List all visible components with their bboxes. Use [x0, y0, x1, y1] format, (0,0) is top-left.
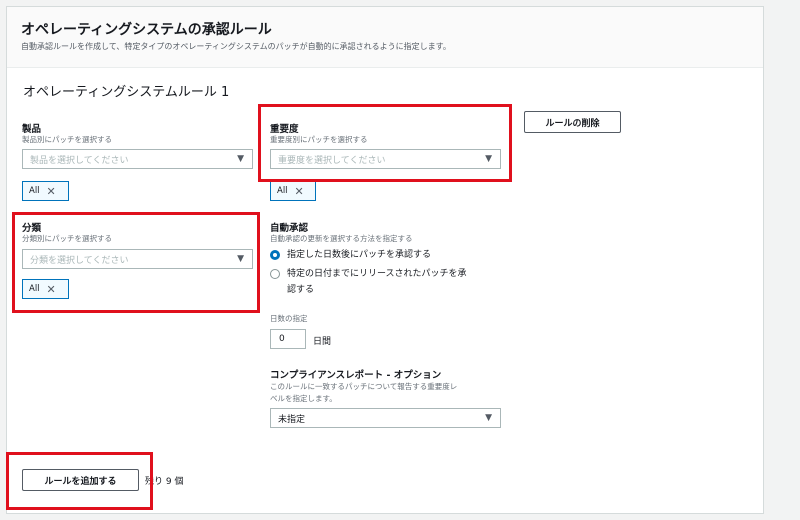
days-unit: 日間 [313, 337, 332, 347]
auto-approval-label: 自動承認 [270, 223, 309, 234]
auto-approval-hint: 自動承認の更新を選択する方法を指定する [270, 234, 413, 243]
classification-select-placeholder: 分類を選択してください [30, 255, 129, 266]
product-select[interactable]: 製品を選択してください ▼ [22, 149, 253, 169]
compliance-select-value: 未指定 [278, 414, 306, 425]
product-token-label: All [29, 186, 40, 196]
product-token: All ✕ [22, 181, 69, 201]
classification-label: 分類 [22, 223, 42, 234]
approve-until-date-radio[interactable] [270, 269, 280, 279]
classification-token-label: All [29, 284, 40, 294]
classification-select[interactable]: 分類を選択してください ▼ [22, 249, 253, 269]
caret-down-icon: ▼ [485, 154, 492, 164]
rule-title: オペレーティングシステムルール 1 [23, 85, 230, 100]
remaining-rules-count: 残り 9 個 [145, 477, 184, 487]
approve-until-date-label-line1: 特定の日付までにリリースされたパッチを承 [287, 269, 467, 279]
caret-down-icon: ▼ [237, 154, 244, 164]
classification-token: All ✕ [22, 279, 69, 299]
caret-down-icon: ▼ [237, 254, 244, 264]
remove-token-icon[interactable]: ✕ [295, 186, 304, 197]
severity-hint: 重要度別にパッチを選択する [270, 135, 368, 144]
severity-token: All ✕ [270, 181, 316, 201]
compliance-label: コンプライアンスレポート - オプション [270, 370, 442, 381]
classification-hint: 分類別にパッチを選択する [22, 234, 112, 243]
severity-select[interactable]: 重要度を選択してください ▼ [270, 149, 501, 169]
severity-token-label: All [277, 186, 288, 196]
compliance-hint-line2: ベルを指定します。 [270, 394, 337, 403]
product-select-placeholder: 製品を選択してください [30, 155, 129, 166]
approve-after-days-label: 指定した日数後にパッチを承認する [287, 250, 432, 260]
panel-description: 自動承認ルールを作成して、特定タイプのオペレーティングシステムのパッチが自動的に… [21, 42, 451, 51]
approve-until-date-label-line2: 認する [287, 285, 315, 295]
panel-title: オペレーティングシステムの承認ルール [21, 22, 272, 38]
severity-select-placeholder: 重要度を選択してください [278, 155, 386, 166]
add-rule-button[interactable]: ルールを追加する [22, 469, 139, 491]
remove-token-icon[interactable]: ✕ [47, 284, 56, 295]
days-input[interactable]: 0 [270, 329, 306, 349]
days-label: 日数の指定 [270, 314, 308, 323]
compliance-select[interactable]: 未指定 ▼ [270, 408, 501, 428]
approve-after-days-radio[interactable] [270, 250, 280, 260]
delete-rule-button[interactable]: ルールの削除 [524, 111, 621, 133]
panel-header: オペレーティングシステムの承認ルール 自動承認ルールを作成して、特定タイプのオペ… [7, 7, 763, 68]
remove-token-icon[interactable]: ✕ [47, 186, 56, 197]
caret-down-icon: ▼ [485, 413, 492, 423]
compliance-hint-line1: このルールに一致するパッチについて報告する重要度レ [270, 382, 458, 391]
product-hint: 製品別にパッチを選択する [22, 135, 112, 144]
severity-label: 重要度 [270, 124, 299, 135]
product-label: 製品 [22, 124, 42, 135]
